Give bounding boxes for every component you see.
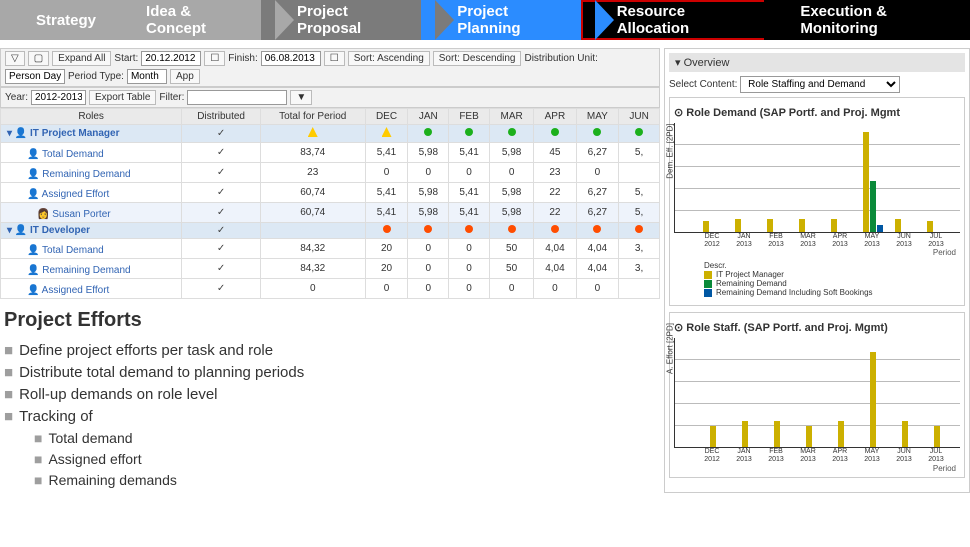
efforts-table: RolesDistributedTotal for PeriodDECJANFE… — [0, 108, 660, 299]
table-row[interactable]: ▾ 👤 IT Project Manager — [1, 125, 660, 143]
bullet-item: Define project efforts per task and role — [4, 342, 656, 359]
text-content: Project Efforts Define project efforts p… — [0, 299, 660, 488]
finish-label: Finish: — [228, 53, 257, 64]
year-label: Year: — [5, 92, 28, 103]
period-type-label: Period Type: — [68, 71, 124, 82]
column-header: APR — [534, 109, 576, 125]
start-input[interactable] — [141, 51, 201, 66]
select-content-dropdown[interactable]: Role Staffing and Demand — [740, 76, 900, 93]
sort-desc-button[interactable]: Sort: Descending — [433, 51, 522, 66]
content-heading: Project Efforts — [4, 309, 656, 332]
column-header: JUN — [619, 109, 660, 125]
bullet-sub-item: Total demand — [4, 430, 656, 446]
column-header: Roles — [1, 109, 182, 125]
table-row[interactable]: 👤 Remaining Demand230000230 — [1, 163, 660, 183]
bullet-item: Tracking of — [4, 408, 656, 425]
dist-unit-input[interactable] — [5, 69, 65, 84]
bullet-sub-item: Assigned effort — [4, 451, 656, 467]
column-header: Distributed — [182, 109, 261, 125]
apply-button[interactable]: App — [170, 69, 200, 84]
select-content-label: Select Content: — [669, 79, 737, 90]
calendar-icon[interactable]: ☐ — [324, 51, 345, 66]
table-row[interactable]: 👤 Assigned Effort60,745,415,985,415,9822… — [1, 183, 660, 203]
table-row[interactable]: 👤 Assigned Effort0000000 — [1, 279, 660, 299]
period-type-input[interactable] — [127, 69, 167, 84]
table-row[interactable]: 👩 Susan Porter60,745,415,985,415,98226,2… — [1, 203, 660, 223]
bullet-item: Roll-up demands on role level — [4, 386, 656, 403]
column-header: Total for Period — [260, 109, 365, 125]
expand-icon[interactable]: ▢ — [28, 51, 49, 66]
toolbar-row-1: ▽ ▢ Expand All Start: ☐ Finish: ☐ Sort: … — [0, 48, 660, 87]
expand-all-button[interactable]: Expand All — [52, 51, 111, 66]
column-header: MAR — [489, 109, 533, 125]
table-row[interactable]: ▾ 👤 IT Developer — [1, 223, 660, 239]
chart-panel: ⊙ Role Demand (SAP Portf. and Proj. Mgmt… — [669, 97, 965, 306]
filter-input[interactable] — [187, 90, 287, 105]
bullet-item: Distribute total demand to planning peri… — [4, 364, 656, 381]
filter-label: Filter: — [159, 92, 184, 103]
breadcrumb-step[interactable]: Strategy — [0, 0, 124, 40]
chart-panel: ⊙ Role Staff. (SAP Portf. and Proj. Mgmt… — [669, 312, 965, 477]
start-label: Start: — [114, 53, 138, 64]
column-header: MAY — [576, 109, 619, 125]
process-breadcrumb: StrategyIdea & ConceptProject ProposalPr… — [0, 0, 970, 40]
overview-header[interactable]: ▾ Overview — [669, 53, 965, 72]
column-header: DEC — [365, 109, 408, 125]
column-header: FEB — [449, 109, 490, 125]
finish-input[interactable] — [261, 51, 321, 66]
table-row[interactable]: 👤 Total Demand84,322000504,044,043, — [1, 239, 660, 259]
filter-icon[interactable]: ▼ — [290, 90, 312, 105]
dist-unit-label: Distribution Unit: — [524, 53, 597, 64]
year-input[interactable] — [31, 90, 86, 105]
column-header: JAN — [408, 109, 449, 125]
table-row[interactable]: 👤 Total Demand83,745,415,985,415,98456,2… — [1, 143, 660, 163]
table-row[interactable]: 👤 Remaining Demand84,322000504,044,043, — [1, 259, 660, 279]
calendar-icon[interactable]: ☐ — [204, 51, 225, 66]
sort-asc-button[interactable]: Sort: Ascending — [348, 51, 430, 66]
export-button[interactable]: Export Table — [89, 90, 156, 105]
bullet-sub-item: Remaining demands — [4, 472, 656, 488]
collapse-icon[interactable]: ▽ — [5, 51, 25, 66]
toolbar-row-2: Year: Export Table Filter: ▼ — [0, 87, 660, 108]
